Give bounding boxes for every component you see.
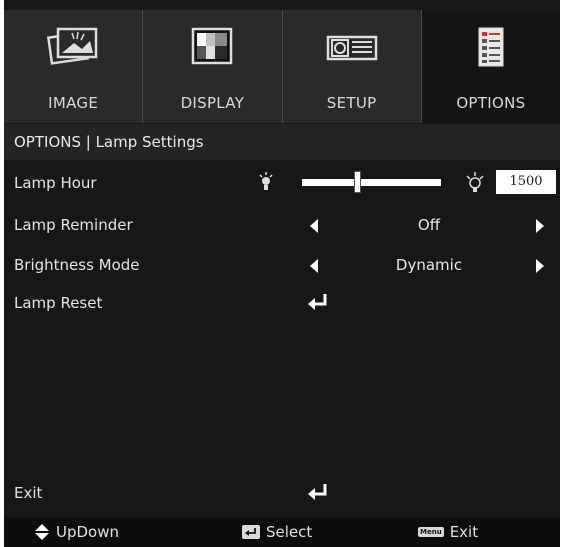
tab-options[interactable]: OPTIONS xyxy=(421,10,560,123)
tab-label: OPTIONS xyxy=(456,94,526,112)
lamp-reminder-label: Lamp Reminder xyxy=(14,216,133,234)
brightness-mode-row[interactable]: Brightness Mode Dynamic xyxy=(4,246,560,286)
tab-label: IMAGE xyxy=(48,94,99,112)
lamp-reminder-value: Off xyxy=(417,216,441,234)
left-arrow-icon[interactable] xyxy=(310,259,318,273)
lamp-hour-value: 1500 xyxy=(496,170,556,194)
updown-arrows-icon xyxy=(35,524,49,540)
menu-key-icon: Menu xyxy=(418,527,444,537)
enter-icon[interactable] xyxy=(306,292,330,312)
lamp-hour-slider-thumb[interactable] xyxy=(354,171,362,193)
lamp-reminder-row[interactable]: Lamp Reminder Off xyxy=(4,206,560,246)
dim-bulb-icon xyxy=(259,172,273,190)
lamp-reset-row[interactable]: Lamp Reset xyxy=(4,284,560,324)
right-arrow-icon[interactable] xyxy=(536,219,544,233)
enter-icon[interactable] xyxy=(306,482,330,502)
osd-menu: IMAGE DISPLAY SETUP OPTIONS OPTIONS | La… xyxy=(4,0,560,547)
left-arrow-icon[interactable] xyxy=(310,219,318,233)
lamp-hour-label: Lamp Hour xyxy=(14,174,97,192)
updown-label: UpDown xyxy=(56,523,120,541)
exit-hint-label: Exit xyxy=(449,523,479,541)
display-icon xyxy=(184,22,240,72)
bright-bulb-icon xyxy=(466,172,484,192)
enter-key-icon xyxy=(242,525,260,539)
lamp-hour-slider-track[interactable] xyxy=(302,179,441,186)
image-icon xyxy=(45,22,101,72)
right-arrow-icon[interactable] xyxy=(536,259,544,273)
lamp-reset-label: Lamp Reset xyxy=(14,294,103,312)
brightness-mode-label: Brightness Mode xyxy=(14,256,140,274)
footer-hints: UpDown Select Menu Exit xyxy=(4,517,560,547)
brightness-mode-value: Dynamic xyxy=(395,256,463,274)
tab-display[interactable]: DISPLAY xyxy=(143,10,283,123)
tab-image[interactable]: IMAGE xyxy=(4,10,144,123)
exit-row[interactable]: Exit xyxy=(4,474,560,514)
tab-label: DISPLAY xyxy=(180,94,245,112)
lamp-hour-row[interactable]: Lamp Hour 1500 xyxy=(4,164,560,204)
exit-hint: Menu Exit xyxy=(418,523,478,541)
options-list-icon xyxy=(463,22,519,72)
menu-tabs: IMAGE DISPLAY SETUP OPTIONS xyxy=(4,10,560,123)
tab-setup[interactable]: SETUP xyxy=(282,10,422,123)
projector-icon xyxy=(324,22,380,72)
updown-hint: UpDown xyxy=(34,523,119,541)
exit-label: Exit xyxy=(14,484,43,502)
select-hint: Select xyxy=(242,523,312,541)
select-label: Select xyxy=(266,523,313,541)
tab-label: SETUP xyxy=(326,94,377,112)
breadcrumb: OPTIONS | Lamp Settings xyxy=(4,124,560,160)
